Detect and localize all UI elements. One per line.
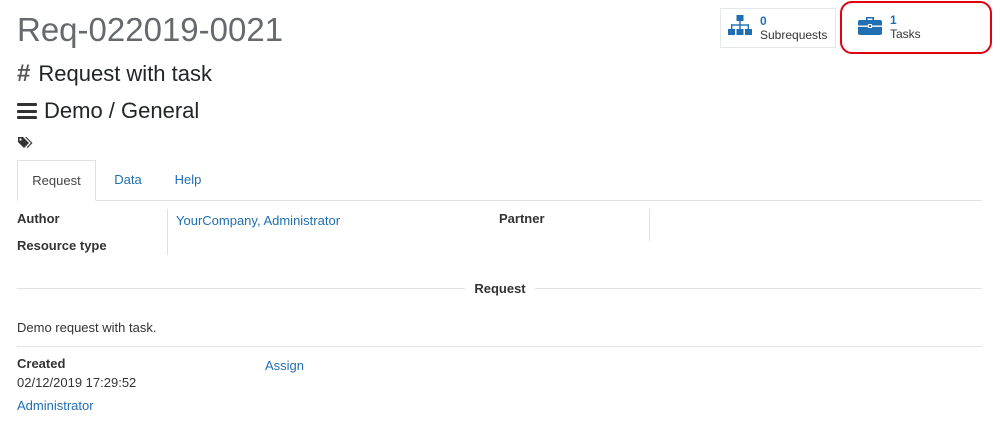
request-name: # Request with task bbox=[17, 59, 212, 89]
hash-icon: # bbox=[17, 60, 31, 87]
separator-left bbox=[17, 288, 465, 289]
partner-label: Partner bbox=[499, 211, 545, 226]
field-divider bbox=[167, 209, 168, 255]
assign-link[interactable]: Assign bbox=[265, 358, 304, 373]
request-description: Demo request with task. bbox=[17, 320, 157, 335]
category-path-text: Demo / General bbox=[44, 98, 200, 123]
section-title: Request bbox=[474, 281, 526, 296]
highlight-annotation bbox=[840, 1, 992, 54]
subrequests-count: 0 bbox=[760, 14, 767, 28]
category-path: Demo / General bbox=[17, 96, 199, 126]
resource-type-label: Resource type bbox=[17, 238, 107, 253]
partner-divider bbox=[649, 209, 650, 241]
bars-icon bbox=[17, 103, 37, 119]
tags-icon[interactable] bbox=[17, 136, 33, 155]
created-by-link[interactable]: Administrator bbox=[17, 398, 94, 413]
content-divider bbox=[17, 346, 982, 347]
page-title: Req-022019-0021 bbox=[17, 11, 284, 48]
subrequests-button[interactable]: 0 Subrequests bbox=[720, 8, 836, 48]
tab-data[interactable]: Data bbox=[103, 160, 153, 200]
tab-help[interactable]: Help bbox=[163, 160, 213, 200]
author-value-link[interactable]: YourCompany, Administrator bbox=[176, 213, 340, 228]
subrequests-label: Subrequests bbox=[760, 28, 828, 42]
separator-right bbox=[535, 288, 982, 289]
created-date: 02/12/2019 17:29:52 bbox=[17, 375, 137, 390]
tab-bar: Request Data Help bbox=[17, 160, 982, 201]
created-label: Created bbox=[17, 356, 66, 371]
request-name-text: Request with task bbox=[38, 61, 212, 86]
tab-request[interactable]: Request bbox=[17, 160, 96, 201]
sitemap-icon bbox=[728, 14, 752, 42]
author-label: Author bbox=[17, 211, 60, 226]
